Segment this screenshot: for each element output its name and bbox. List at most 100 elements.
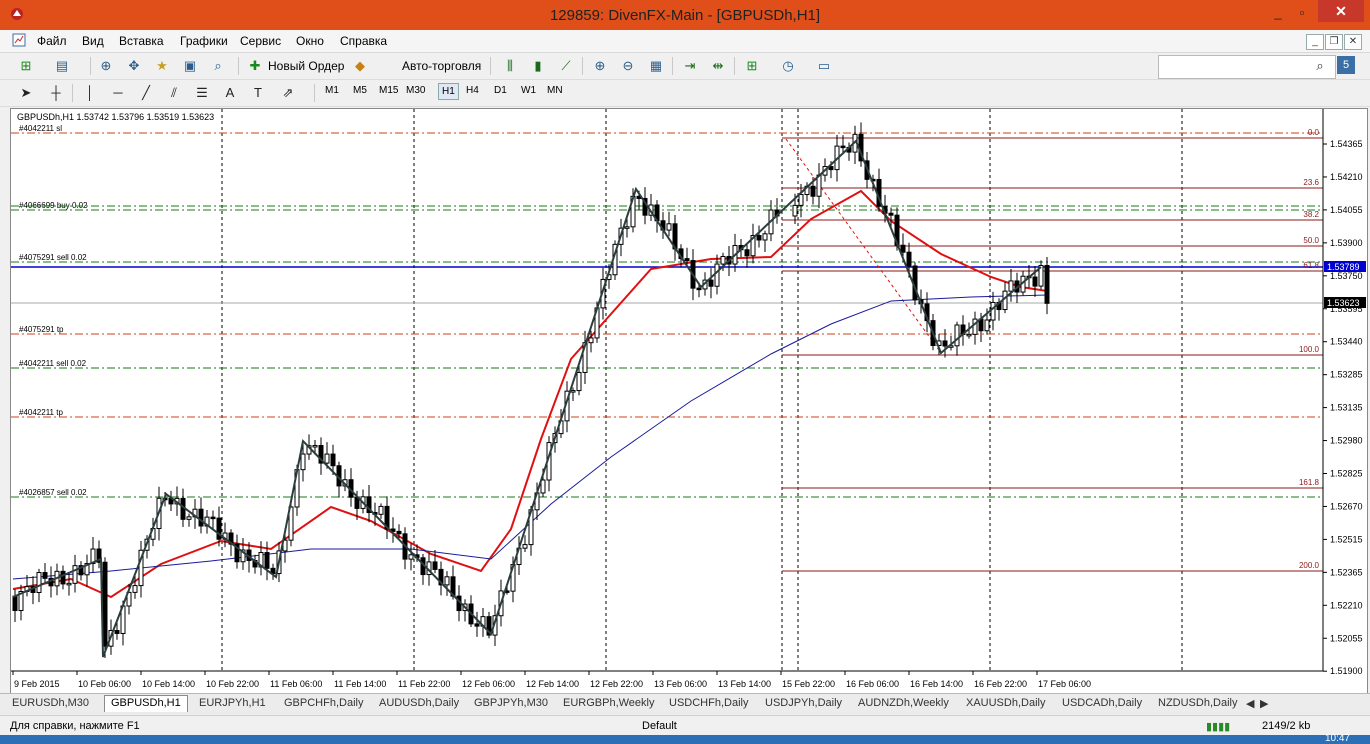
status-traffic: 2149/2 kb: [1262, 720, 1311, 732]
timeframe-m1[interactable]: M1: [325, 85, 339, 96]
tab-eurjpy-h1[interactable]: EURJPYh,H1: [199, 697, 266, 709]
candle-body: [714, 263, 720, 287]
time-tick-label: 13 Feb 06:00: [654, 679, 707, 689]
maximize-button[interactable]: ▫: [1290, 6, 1314, 20]
close-button[interactable]: ✕: [1318, 0, 1364, 22]
chart-shift-icon[interactable]: ⇥: [680, 57, 700, 75]
candle-body: [810, 185, 816, 197]
candle-body: [1008, 280, 1014, 292]
candle-body: [474, 623, 480, 627]
autoscroll-icon[interactable]: ⇹: [708, 57, 728, 75]
menu-help[interactable]: Справка: [340, 34, 387, 48]
candle-body: [396, 530, 402, 535]
menu-insert[interactable]: Вставка: [119, 34, 164, 48]
market-watch-icon[interactable]: ⊕: [96, 57, 116, 75]
tab-usdchf-daily[interactable]: USDCHFh,Daily: [669, 697, 748, 709]
fib-level-label: 100.0: [1299, 345, 1320, 354]
status-help-text: Для справки, нажмите F1: [10, 720, 140, 732]
tab-eurusd-m30[interactable]: EURUSDh,M30: [12, 697, 89, 709]
price-tick-label: 1.52365: [1330, 567, 1363, 577]
bar-chart-icon[interactable]: ⫼: [500, 57, 520, 75]
tab-usdcad-daily[interactable]: USDCADh,Daily: [1062, 697, 1142, 709]
templates-icon[interactable]: ▭: [814, 57, 834, 75]
data-window-icon[interactable]: ✥: [124, 57, 144, 75]
arrows-icon[interactable]: ⇗: [278, 84, 298, 102]
order-label: #4075291 sell 0.02: [19, 253, 87, 262]
minimize-button[interactable]: _: [1266, 6, 1290, 20]
chart-window-icon[interactable]: [12, 33, 26, 47]
title-bar: 129859: DivenFX-Main - [GBPUSDh,H1] _ ▫ …: [0, 0, 1370, 30]
menu-view[interactable]: Вид: [82, 34, 104, 48]
menu-charts[interactable]: Графики: [180, 34, 228, 48]
auto-trading-icon[interactable]: ◆: [350, 57, 370, 75]
terminal-icon[interactable]: ▣: [180, 57, 200, 75]
mdi-restore-button[interactable]: ❐: [1325, 34, 1343, 50]
tab-eurgbp-weekly[interactable]: EURGBPh,Weekly: [563, 697, 655, 709]
notifications-icon[interactable]: 5: [1337, 56, 1355, 74]
candle-body: [792, 204, 798, 217]
equidistant-channel-icon[interactable]: ⫽: [164, 84, 184, 102]
auto-trading-button[interactable]: Авто-торговля: [402, 59, 481, 73]
time-tick-label: 12 Feb 06:00: [462, 679, 515, 689]
new-order-button[interactable]: Новый Ордер: [268, 59, 344, 73]
indicators-icon[interactable]: ⊞: [742, 57, 762, 75]
timeframe-h4[interactable]: H4: [466, 85, 479, 96]
menu-window[interactable]: Окно: [296, 34, 324, 48]
text-label-icon[interactable]: T: [248, 84, 268, 102]
tab-nzdusd-daily[interactable]: NZDUSDh,Daily: [1158, 697, 1237, 709]
tile-windows-icon[interactable]: ▦: [646, 57, 666, 75]
navigator-icon[interactable]: ★: [152, 57, 172, 75]
horizontal-line-icon[interactable]: ─: [108, 84, 128, 102]
vertical-line-icon[interactable]: │: [80, 84, 100, 102]
fibonacci-icon[interactable]: ☰: [192, 84, 212, 102]
tab-audnzd-weekly[interactable]: AUDNZDh,Weekly: [858, 697, 949, 709]
tab-scroll-right-icon[interactable]: ▶: [1260, 697, 1268, 710]
order-label: #4042211 sell 0.02: [19, 359, 87, 368]
timeframe-m30[interactable]: M30: [406, 85, 425, 96]
timeframe-d1[interactable]: D1: [494, 85, 507, 96]
periods-icon[interactable]: ◷: [778, 57, 798, 75]
timeframe-m15[interactable]: M15: [379, 85, 398, 96]
price-chart[interactable]: #4042211 sl#4066699 buy 0.02#4075291 sel…: [11, 109, 1367, 694]
tab-xauusd-daily[interactable]: XAUUSDh,Daily: [966, 697, 1045, 709]
timeframe-m5[interactable]: M5: [353, 85, 367, 96]
chart-window[interactable]: #4042211 sl #4066699 buy 0.02 #4075291 sel…: [10, 108, 1368, 695]
tab-gbpchf-daily[interactable]: GBPCHFh,Daily: [284, 697, 363, 709]
new-order-icon[interactable]: ✚: [245, 57, 265, 75]
timeframe-h1[interactable]: H1: [438, 83, 459, 100]
trendline-icon[interactable]: ╱: [136, 84, 156, 102]
candlestick-icon[interactable]: ▮: [528, 57, 548, 75]
candle-body: [42, 572, 48, 579]
time-tick-label: 13 Feb 14:00: [718, 679, 771, 689]
menu-tools[interactable]: Сервис: [240, 34, 281, 48]
candle-body: [324, 453, 330, 464]
candle-body: [540, 479, 546, 494]
text-icon[interactable]: A: [220, 84, 240, 102]
timeframe-w1[interactable]: W1: [521, 85, 536, 96]
price-tick-label: 1.54055: [1330, 205, 1363, 215]
candle-body: [984, 319, 990, 332]
crosshair-icon[interactable]: ┼: [46, 84, 66, 102]
zoom-out-icon[interactable]: ⊖: [618, 57, 638, 75]
tab-gbpjpy-m30[interactable]: GBPJPYh,M30: [474, 697, 548, 709]
menu-file[interactable]: Файл: [37, 34, 67, 48]
line-chart-icon[interactable]: ⟋: [556, 57, 576, 75]
zoom-in-icon[interactable]: ⊕: [590, 57, 610, 75]
strategy-tester-icon[interactable]: ⌕: [208, 57, 228, 75]
time-tick-label: 11 Feb 06:00: [270, 679, 322, 689]
timeframe-mn[interactable]: MN: [547, 85, 563, 96]
cursor-icon[interactable]: ➤: [16, 84, 36, 102]
tab-audusd-daily[interactable]: AUDUSDh,Daily: [379, 697, 459, 709]
tab-usdjpy-daily[interactable]: USDJPYh,Daily: [765, 697, 842, 709]
new-chart-icon[interactable]: ⊞: [16, 57, 36, 75]
candle-body: [1032, 276, 1038, 287]
tab-gbpusd-h1[interactable]: GBPUSDh,H1: [104, 695, 188, 712]
mdi-minimize-button[interactable]: _: [1306, 34, 1324, 50]
mdi-close-button[interactable]: ✕: [1344, 34, 1362, 50]
candle-body: [330, 453, 336, 467]
fib-level-label: 61.8: [1303, 261, 1319, 270]
candle-body: [684, 258, 690, 262]
profiles-icon[interactable]: ▤: [52, 57, 72, 75]
tab-scroll-left-icon[interactable]: ◀: [1246, 697, 1254, 710]
search-icon[interactable]: ⌕: [1310, 57, 1330, 75]
